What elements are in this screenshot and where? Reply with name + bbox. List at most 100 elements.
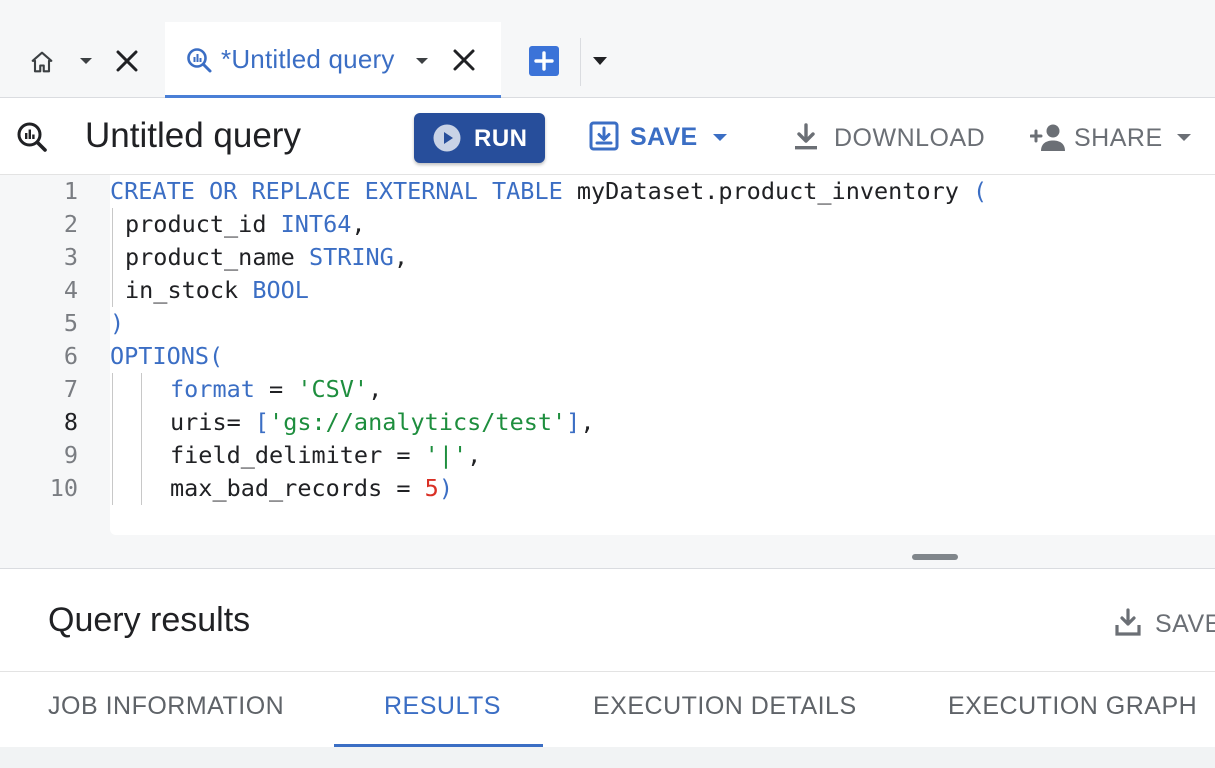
code-line[interactable]: 3 product_name STRING,	[0, 241, 1215, 274]
code-token: OPTIONS(	[110, 342, 224, 370]
page-title: Untitled query	[85, 116, 301, 155]
share-button[interactable]: SHARE	[1030, 118, 1200, 158]
code-token: 5	[424, 474, 439, 502]
download-icon	[795, 123, 817, 150]
code-line[interactable]: 5)	[0, 307, 1215, 340]
code-line[interactable]: 9 field_delimiter = '|',	[0, 439, 1215, 472]
results-title: Query results	[48, 601, 251, 639]
code-token: 'CSV'	[297, 375, 369, 403]
code-token: in_stock	[125, 276, 253, 304]
code-line[interactable]: 2 product_id INT64,	[0, 208, 1215, 241]
code-text[interactable]: in_stock BOOL	[125, 274, 309, 307]
code-text[interactable]: field_delimiter = '|',	[170, 439, 481, 472]
code-token: myDataset.product_inventory	[576, 177, 974, 205]
code-text[interactable]: max_bad_records = 5)	[170, 472, 453, 505]
code-text[interactable]: product_id INT64,	[125, 208, 366, 241]
code-text[interactable]: format = 'CSV',	[170, 373, 382, 406]
code-text[interactable]: uris= ['gs://analytics/test'],	[170, 406, 594, 439]
query-icon	[17, 122, 47, 152]
add-person-icon	[1030, 124, 1065, 151]
line-number: 6	[63, 342, 78, 370]
line-number: 3	[63, 243, 78, 271]
line-number: 5	[63, 309, 78, 337]
code-token: [	[254, 408, 270, 436]
code-token: ]	[566, 408, 581, 436]
code-token: INT64	[280, 210, 352, 238]
query-results-panel: Query results SAVE JOB INFORMATION RESUL…	[0, 568, 1215, 768]
indent-guide	[141, 373, 142, 505]
code-token: 'gs://analytics/test'	[269, 408, 567, 436]
save-results-label: SAVE	[1155, 610, 1215, 638]
code-token: ,	[580, 408, 595, 436]
download-label: DOWNLOAD	[834, 124, 986, 152]
sql-editor[interactable]: 1 CREATE OR REPLACE EXTERNAL TABLE myData…	[0, 175, 1215, 568]
line-number: 8	[63, 408, 78, 436]
save-button[interactable]: SAVE	[588, 118, 738, 158]
code-text[interactable]: product_name STRING,	[125, 241, 408, 274]
query-toolbar: Untitled query RUN SAVE DOWNLOAD SHARE	[0, 98, 1215, 175]
code-token: STRING	[308, 243, 394, 271]
code-token: (	[973, 177, 988, 205]
save-label: SAVE	[630, 123, 698, 151]
indent-guide	[112, 373, 113, 505]
code-token: max_bad_records =	[170, 474, 425, 502]
code-token: CREATE OR REPLACE EXTERNAL TABLE	[110, 177, 577, 205]
tab-strip: *Untitled query	[0, 0, 1215, 98]
tab-label: *Untitled query	[221, 44, 395, 74]
resize-handle[interactable]	[912, 554, 958, 560]
tab-results[interactable]: RESULTS	[384, 692, 501, 721]
close-icon[interactable]	[449, 45, 479, 75]
run-label: RUN	[474, 125, 528, 152]
results-tabs: JOB INFORMATION RESULTS EXECUTION DETAIL…	[0, 671, 1215, 748]
tab-execution-details[interactable]: EXECUTION DETAILS	[593, 692, 857, 721]
new-query-button[interactable]	[529, 46, 559, 76]
code-line[interactable]: 7 format = 'CSV',	[0, 373, 1215, 406]
code-line[interactable]: 10 max_bad_records = 5)	[0, 472, 1215, 505]
run-button[interactable]: RUN	[414, 113, 545, 163]
play-icon	[433, 124, 461, 152]
tab-job-information[interactable]: JOB INFORMATION	[48, 692, 284, 721]
close-icon[interactable]	[112, 46, 142, 76]
line-number: 10	[49, 474, 78, 502]
code-token: uris=	[170, 408, 255, 436]
code-token: ,	[467, 441, 482, 469]
code-token: ,	[351, 210, 366, 238]
code-line[interactable]: 6 OPTIONS(	[0, 340, 1215, 373]
code-line[interactable]: 1 CREATE OR REPLACE EXTERNAL TABLE myData…	[0, 175, 1215, 208]
code-token: )	[110, 309, 125, 337]
code-token: field_delimiter =	[170, 441, 425, 469]
chevron-down-icon[interactable]	[76, 51, 96, 71]
chevron-down-icon[interactable]	[589, 50, 611, 72]
code-token: =	[254, 375, 298, 403]
tab-home[interactable]	[0, 22, 160, 98]
tab-divider	[580, 38, 581, 86]
code-token: format	[170, 375, 255, 403]
code-token: '|'	[424, 441, 468, 469]
code-line[interactable]: 8 uris= ['gs://analytics/test'],	[0, 406, 1215, 439]
code-text[interactable]: )	[110, 307, 124, 340]
code-token: BOOL	[252, 276, 309, 304]
tab-execution-graph[interactable]: EXECUTION GRAPH	[948, 692, 1197, 721]
line-number: 9	[63, 441, 78, 469]
line-number: 1	[63, 177, 78, 205]
line-number: 7	[63, 375, 78, 403]
code-token: )	[438, 474, 453, 502]
code-text[interactable]: OPTIONS(	[110, 340, 223, 373]
query-icon	[187, 48, 212, 73]
code-token: product_id	[125, 210, 281, 238]
chevron-down-icon[interactable]	[412, 51, 432, 71]
plus-icon	[534, 51, 554, 71]
save-results-button[interactable]: SAVE	[1113, 607, 1215, 643]
download-button[interactable]: DOWNLOAD	[790, 118, 990, 158]
share-label: SHARE	[1074, 124, 1163, 152]
chevron-down-icon[interactable]	[710, 128, 730, 148]
code-token: ,	[393, 243, 408, 271]
chevron-down-icon[interactable]	[1174, 128, 1194, 148]
code-text[interactable]: CREATE OR REPLACE EXTERNAL TABLE myDatas…	[110, 175, 987, 208]
code-line[interactable]: 4 in_stock BOOL	[0, 274, 1215, 307]
line-number: 4	[63, 276, 78, 304]
save-icon	[589, 121, 619, 151]
indent-guide	[112, 208, 113, 307]
tab-untitled-query[interactable]: *Untitled query	[165, 22, 501, 98]
home-icon	[31, 51, 53, 73]
